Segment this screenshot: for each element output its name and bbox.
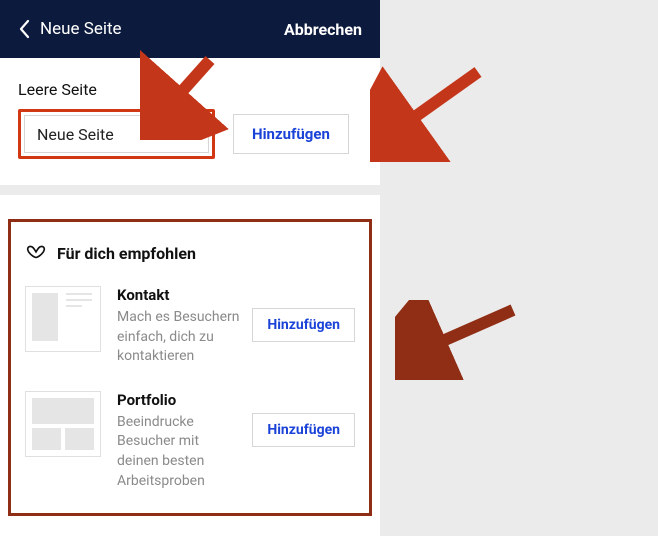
pretzel-icon — [25, 240, 47, 266]
cancel-button[interactable]: Abbrechen — [284, 20, 362, 39]
recommended-title: Für dich empfohlen — [57, 244, 196, 263]
add-kontakt-button[interactable]: Hinzufügen — [252, 308, 355, 342]
back-icon[interactable] — [18, 19, 30, 39]
blank-page-section: Leere Seite Hinzufügen — [0, 58, 380, 195]
recommended-item-portfolio: Portfolio Beeindrucke Besucher mit deine… — [25, 391, 355, 491]
blank-input-row: Hinzufügen — [18, 109, 362, 159]
new-page-panel: Neue Seite Abbrechen Leere Seite Hinzufü… — [0, 0, 380, 536]
recommended-item-desc: Beeindrucke Besucher mit deinen besten A… — [117, 413, 242, 491]
recommended-item-body: Kontakt Mach es Besuchern einfach, dich … — [117, 286, 355, 367]
portfolio-thumbnail — [25, 391, 101, 457]
recommended-item-kontakt: Kontakt Mach es Besuchern einfach, dich … — [25, 286, 355, 367]
kontakt-thumbnail — [25, 286, 101, 352]
arrow-annotation-icon — [395, 300, 525, 380]
header-left: Neue Seite — [18, 19, 122, 39]
page-name-highlight — [18, 109, 215, 159]
add-portfolio-button[interactable]: Hinzufügen — [252, 413, 355, 447]
recommended-header: Für dich empfohlen — [25, 240, 355, 266]
add-blank-page-button[interactable]: Hinzufügen — [233, 114, 349, 154]
page-name-input[interactable] — [24, 115, 209, 153]
blank-page-label: Leere Seite — [18, 80, 362, 99]
recommended-item-name: Portfolio — [117, 391, 355, 409]
recommended-item-body: Portfolio Beeindrucke Besucher mit deine… — [117, 391, 355, 491]
recommended-item-name: Kontakt — [117, 286, 355, 304]
panel-header: Neue Seite Abbrechen — [0, 0, 380, 58]
recommended-item-desc: Mach es Besuchern einfach, dich zu konta… — [117, 308, 242, 367]
recommended-section: Für dich empfohlen Kontakt Mach es Besuc… — [8, 219, 372, 516]
arrow-annotation-icon — [370, 62, 490, 162]
header-title: Neue Seite — [40, 19, 122, 39]
